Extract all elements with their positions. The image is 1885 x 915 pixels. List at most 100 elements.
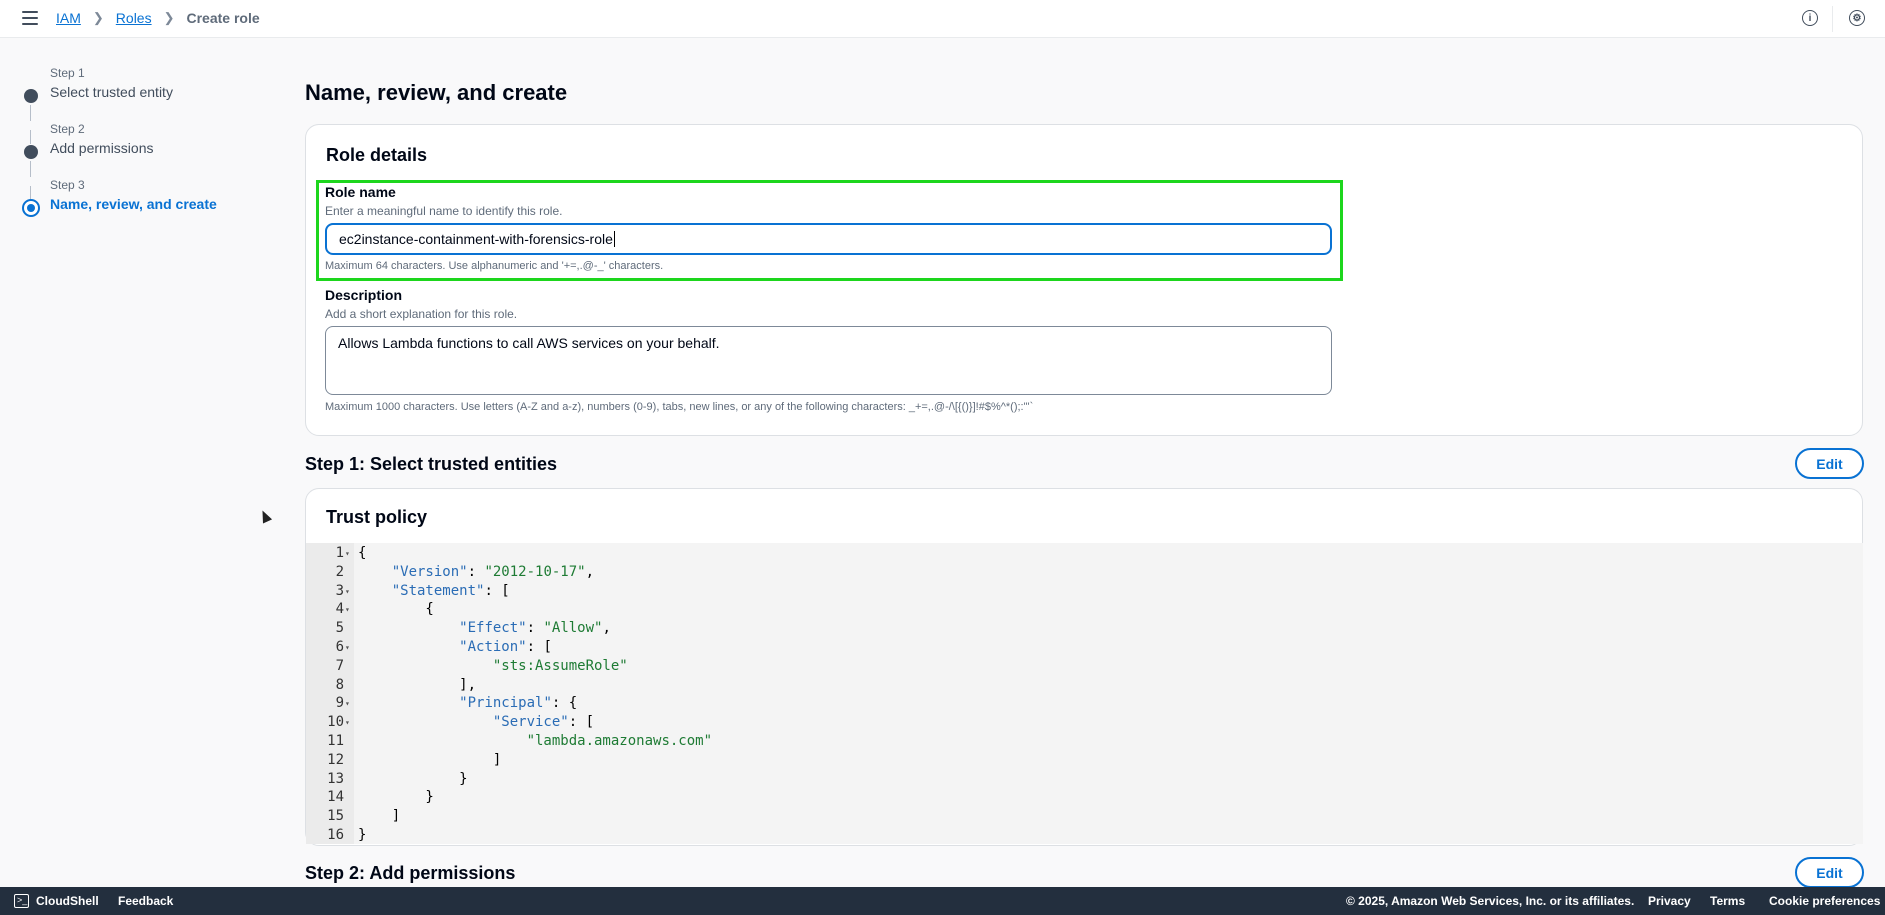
code-text: "sts:AssumeRole" [492, 657, 628, 674]
code-line: 8 ], [306, 676, 1863, 695]
step-dot [24, 89, 38, 103]
step-connector [30, 105, 31, 121]
code-text: "Effect": "Allow", [459, 620, 611, 637]
line-number: 4 [335, 601, 344, 618]
wizard-step-1[interactable]: Step 1 Select trusted entity [18, 66, 248, 122]
chevron-right-icon: ❯ [163, 10, 175, 25]
breadcrumb-current: Create role [186, 10, 260, 26]
step-connector [30, 130, 31, 144]
line-number: 3 [335, 582, 344, 599]
line-number: 5 [335, 620, 344, 637]
code-line: 5 "Effect": "Allow", [306, 619, 1863, 638]
step-label: Add permissions [50, 140, 154, 156]
panel-title: Role details [326, 145, 428, 165]
code-text: } [358, 789, 434, 806]
step-connector [30, 161, 31, 177]
divider [1832, 6, 1833, 32]
settings-icon[interactable]: ⚙ [1849, 10, 1865, 26]
cloudshell-icon[interactable]: >_ [14, 894, 29, 908]
cloudshell-link[interactable]: CloudShell [36, 894, 99, 908]
code-text: ], [358, 676, 477, 693]
code-text: "Action": [ [459, 639, 552, 655]
fold-toggle-icon[interactable]: ▾ [345, 582, 350, 601]
code-line: 14 } [306, 788, 1863, 807]
breadcrumb-roles[interactable]: Roles [116, 10, 152, 26]
code-line: 12 ] [306, 751, 1863, 770]
step2-edit-button[interactable]: Edit [1795, 857, 1864, 888]
step-connector [30, 186, 31, 200]
mouse-cursor [257, 508, 273, 524]
code-line: 6 ▾ "Action": [ [306, 638, 1863, 657]
line-number: 7 [335, 657, 344, 674]
console-footer: >_ CloudShell Feedback © 2025, Amazon We… [0, 887, 1885, 915]
panel-title: Trust policy [326, 507, 428, 527]
feedback-link[interactable]: Feedback [118, 894, 173, 908]
code-text: ] [358, 808, 401, 825]
line-number: 12 [327, 751, 344, 768]
description-label: Description [325, 287, 403, 303]
code-text: ] [358, 751, 502, 768]
line-number: 1 [335, 545, 344, 561]
cookie-preferences-link[interactable]: Cookie preferences [1769, 894, 1880, 908]
code-text: "Version": "2012-10-17", [391, 563, 595, 580]
line-number: 10 [327, 714, 344, 731]
fold-toggle-icon[interactable]: ▾ [345, 544, 350, 563]
step-dot [24, 145, 38, 159]
code-text: "Service": [ [492, 714, 595, 731]
fold-toggle-icon[interactable]: ▾ [345, 694, 350, 713]
code-line: 7 "sts:AssumeRole" [306, 657, 1863, 676]
line-number: 16 [327, 827, 344, 843]
description-constraint: Maximum 1000 characters. Use letters (A-… [325, 401, 1034, 413]
menu-icon[interactable] [22, 11, 38, 25]
step-number: Step 1 [50, 66, 85, 80]
code-line: 9 ▾ "Principal": { [306, 694, 1863, 713]
line-number: 11 [327, 733, 344, 749]
fold-toggle-icon[interactable]: ▾ [345, 600, 350, 619]
wizard-steps: Step 1 Select trusted entity Step 2 Add … [18, 66, 248, 234]
line-number: 6 [335, 639, 344, 655]
highlight-box [316, 180, 1343, 281]
line-number: 8 [335, 676, 344, 693]
code-text: { [358, 601, 434, 618]
wizard-step-2[interactable]: Step 2 Add permissions [18, 122, 248, 178]
top-navigation: IAM ❯ Roles ❯ Create role i ⚙ [0, 0, 1885, 38]
description-hint: Add a short explanation for this role. [325, 307, 518, 321]
terms-link[interactable]: Terms [1710, 894, 1745, 908]
code-line: 11 "lambda.amazonaws.com" [306, 732, 1863, 751]
breadcrumb-iam[interactable]: IAM [56, 10, 81, 26]
line-number: 9 [335, 695, 344, 712]
code-editor[interactable]: 1 ▾{2 "Version": "2012-10-17", 3 ▾ "Stateme… [306, 543, 1863, 844]
step-number: Step 2 [50, 122, 85, 136]
code-text: } [358, 770, 468, 787]
fold-toggle-icon[interactable]: ▾ [345, 713, 350, 732]
fold-toggle-icon[interactable]: ▾ [345, 638, 350, 657]
description-textarea[interactable]: Allows Lambda functions to call AWS serv… [325, 326, 1332, 395]
info-icon[interactable]: i [1802, 10, 1818, 26]
chevron-right-icon: ❯ [92, 10, 104, 25]
code-line: 1 ▾ { [306, 544, 1863, 563]
code-text: } [358, 827, 367, 843]
wizard-step-3[interactable]: Step 3 Name, review, and create [18, 178, 248, 234]
line-number: 14 [327, 789, 344, 806]
code-text: "Principal": { [459, 695, 578, 712]
code-line: 13 } [306, 770, 1863, 789]
step-number: Step 3 [50, 178, 85, 192]
step-dot-active [22, 199, 40, 217]
code-line: 15 ] [306, 807, 1863, 826]
line-number: 13 [327, 770, 344, 787]
step-label: Name, review, and create [50, 196, 217, 212]
code-text: "lambda.amazonaws.com" [526, 733, 713, 749]
page-title: Name, review, and create [305, 80, 568, 105]
code-text: { [358, 545, 367, 561]
code-text: "Statement": [ [391, 582, 510, 599]
step-label: Select trusted entity [50, 84, 173, 100]
code-line: 4 ▾ { [306, 600, 1863, 619]
breadcrumb: IAM ❯ Roles ❯ Create role [56, 10, 260, 26]
code-line: 10 ▾ "Service": [ [306, 713, 1863, 732]
line-number: 2 [335, 563, 344, 580]
step1-title: Step 1: Select trusted entities [305, 454, 558, 474]
code-line: 3 ▾ "Statement": [ [306, 582, 1863, 601]
privacy-link[interactable]: Privacy [1648, 894, 1691, 908]
copyright-text: © 2025, Amazon Web Services, Inc. or its… [1346, 894, 1635, 908]
step1-edit-button[interactable]: Edit [1795, 448, 1864, 479]
